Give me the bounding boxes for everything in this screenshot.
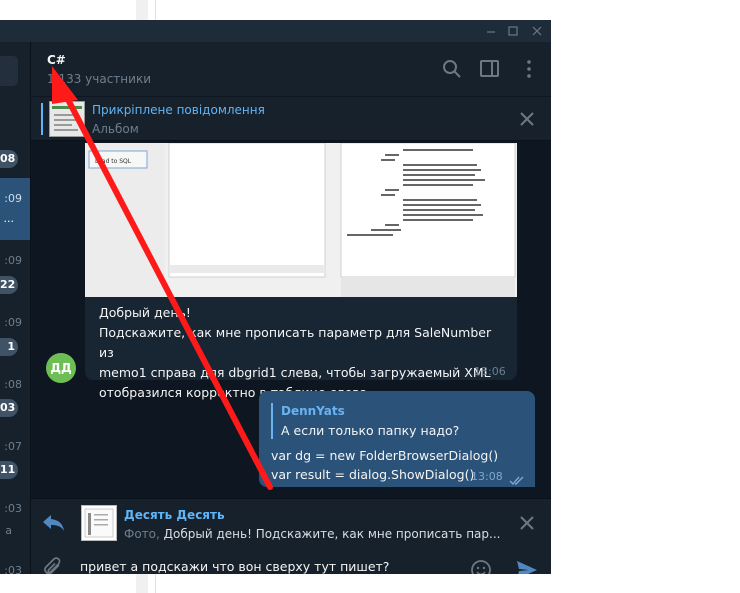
- annotation-arrow: [52, 66, 273, 490]
- screenshot-stage: 08 :09 ... :09 22 :09 1 :08 03 :07 11 :0…: [0, 0, 740, 593]
